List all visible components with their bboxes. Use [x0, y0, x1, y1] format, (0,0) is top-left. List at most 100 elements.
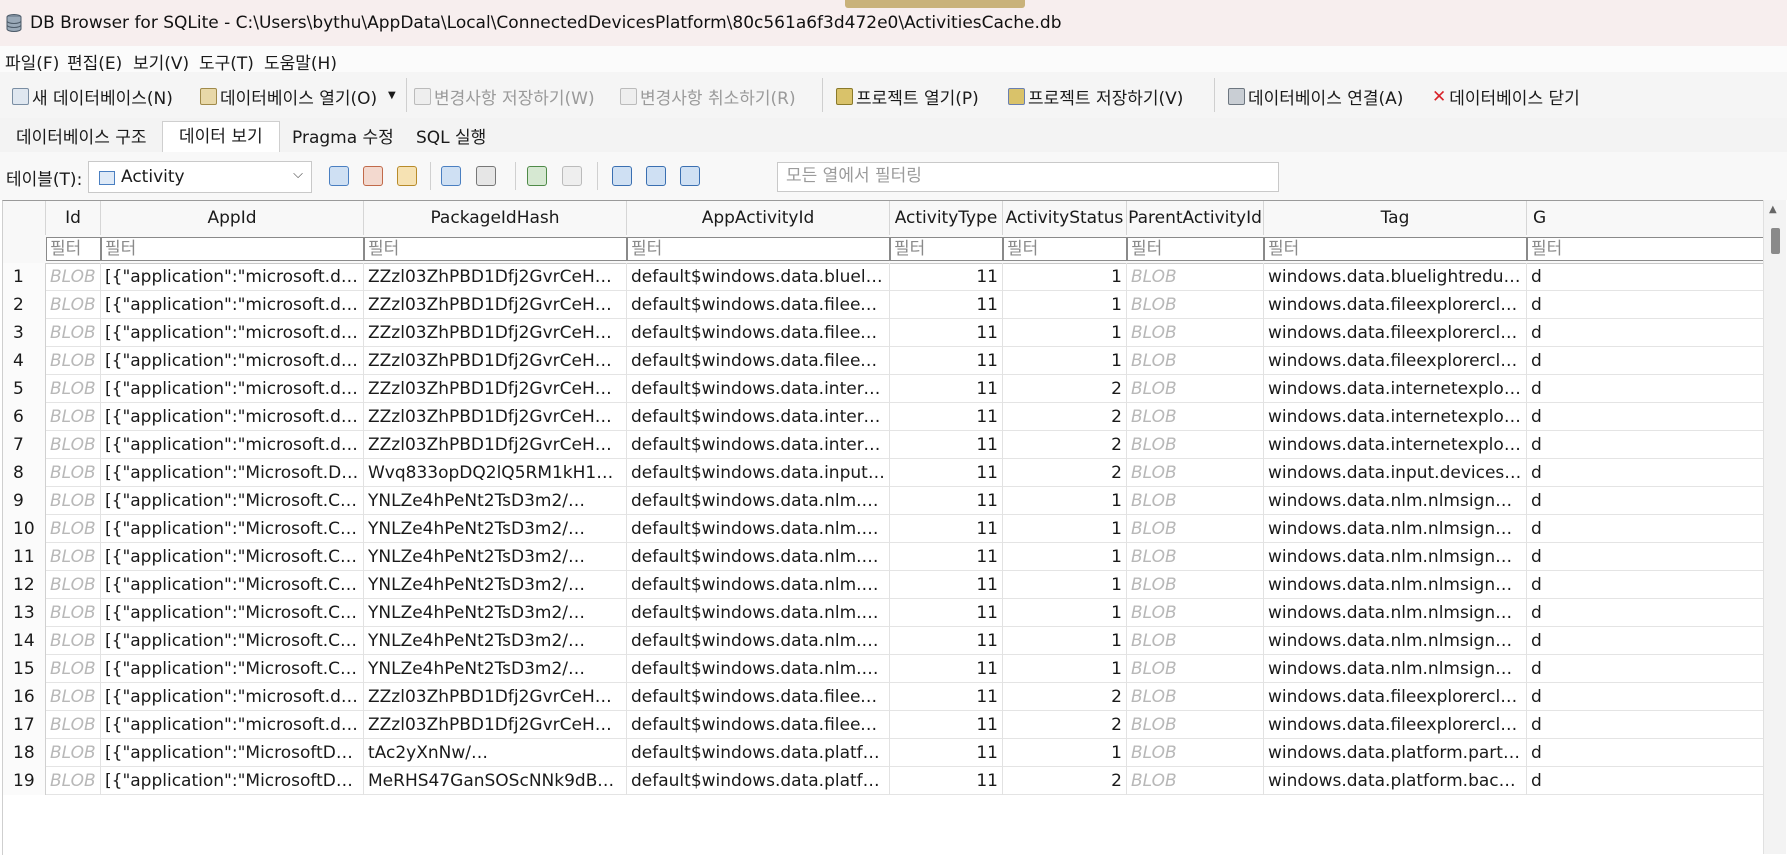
cell-packageidhash[interactable]: ZZzl03ZhPBD1Dfj2GvrCeHMuMj… — [364, 403, 627, 431]
cell-appid[interactable]: [{"application":"microsoft.defaul… — [101, 347, 364, 375]
write-changes-button[interactable]: 변경사항 저장하기(W) — [414, 84, 595, 109]
table-row[interactable]: 16BLOB[{"application":"microsoft.defaul…… — [3, 683, 1764, 711]
cell-packageidhash[interactable]: ZZzl03ZhPBD1Dfj2GvrCeHMuMj… — [364, 683, 627, 711]
cell-activitytype[interactable]: 11 — [890, 431, 1003, 459]
cell-appid[interactable]: [{"application":"microsoft.defaul… — [101, 403, 364, 431]
row-number[interactable]: 7 — [3, 431, 46, 459]
cell-appid[interactable]: [{"application":"Microsoft.Crede… — [101, 599, 364, 627]
cell-parentactivityid[interactable]: BLOB — [1127, 599, 1264, 627]
menu-help[interactable]: 도움말(H) — [264, 49, 337, 74]
row-number[interactable]: 9 — [3, 487, 46, 515]
attach-database-button[interactable]: 데이터베이스 연결(A) — [1228, 84, 1403, 109]
cell-parentactivityid[interactable]: BLOB — [1127, 683, 1264, 711]
cell-activitytype[interactable]: 11 — [890, 263, 1003, 291]
row-number[interactable]: 13 — [3, 599, 46, 627]
tab-execute-sql[interactable]: SQL 실행 — [400, 124, 502, 152]
cell-next[interactable]: d — [1527, 487, 1764, 515]
filter-input[interactable] — [365, 238, 626, 260]
cell-appid[interactable]: [{"application":"MicrosoftDevic… — [101, 739, 364, 767]
cell-activitytype[interactable]: 11 — [890, 459, 1003, 487]
cell-activitytype[interactable]: 11 — [890, 403, 1003, 431]
cell-activitystatus[interactable]: 2 — [1003, 403, 1127, 431]
row-number[interactable]: 10 — [3, 515, 46, 543]
column-header-id[interactable]: Id — [46, 201, 101, 235]
row-number[interactable]: 4 — [3, 347, 46, 375]
cell-id[interactable]: BLOB — [46, 627, 101, 655]
cell-activitytype[interactable]: 11 — [890, 291, 1003, 319]
cell-tag[interactable]: windows.data.nlm.nlmsignature — [1264, 543, 1527, 571]
cell-next[interactable]: d — [1527, 767, 1764, 795]
cell-packageidhash[interactable]: ZZzl03ZhPBD1Dfj2GvrCeHMuMj… — [364, 711, 627, 739]
cell-appactivityid[interactable]: default$windows.data.nlm.nlmsi… — [627, 543, 890, 571]
cell-parentactivityid[interactable]: BLOB — [1127, 571, 1264, 599]
cell-id[interactable]: BLOB — [46, 319, 101, 347]
cell-id[interactable]: BLOB — [46, 599, 101, 627]
cell-id[interactable]: BLOB — [46, 711, 101, 739]
row-number[interactable]: 19 — [3, 767, 46, 795]
filter-cell-activitystatus[interactable] — [1003, 237, 1127, 261]
table-row[interactable]: 1BLOB[{"application":"microsoft.defaul…Z… — [3, 263, 1764, 291]
table-row[interactable]: 5BLOB[{"application":"microsoft.defaul…Z… — [3, 375, 1764, 403]
new-database-button[interactable]: 새 데이터베이스(N) — [12, 84, 173, 109]
cell-appactivityid[interactable]: default$windows.data.bluelightre… — [627, 263, 890, 291]
vertical-scrollbar[interactable]: ▲ — [1763, 200, 1786, 854]
table-row[interactable]: 2BLOB[{"application":"microsoft.defaul…Z… — [3, 291, 1764, 319]
cell-packageidhash[interactable]: ZZzl03ZhPBD1Dfj2GvrCeHMuMj… — [364, 263, 627, 291]
global-filter-field[interactable] — [777, 162, 1279, 192]
cell-next[interactable]: d — [1527, 571, 1764, 599]
cell-next[interactable]: d — [1527, 263, 1764, 291]
cell-activitystatus[interactable]: 1 — [1003, 263, 1127, 291]
cell-next[interactable]: d — [1527, 319, 1764, 347]
cell-appactivityid[interactable]: default$windows.data.nlm.nlmsi… — [627, 515, 890, 543]
cell-appid[interactable]: [{"application":"Microsoft.Crede… — [101, 487, 364, 515]
cell-appid[interactable]: [{"application":"microsoft.defaul… — [101, 319, 364, 347]
cell-activitystatus[interactable]: 1 — [1003, 291, 1127, 319]
cell-tag[interactable]: windows.data.fileexplorerclassic… — [1264, 347, 1527, 375]
cell-packageidhash[interactable]: ZZzl03ZhPBD1Dfj2GvrCeHMuMj… — [364, 375, 627, 403]
cell-appid[interactable]: [{"application":"microsoft.defaul… — [101, 375, 364, 403]
table-row[interactable]: 8BLOB[{"application":"Microsoft.Defau…Wv… — [3, 459, 1764, 487]
filter-input[interactable] — [102, 238, 363, 260]
cell-appid[interactable]: [{"application":"Microsoft.Crede… — [101, 627, 364, 655]
cell-activitystatus[interactable]: 2 — [1003, 459, 1127, 487]
cell-packageidhash[interactable]: tAc2yXnNw/… — [364, 739, 627, 767]
table-row[interactable]: 7BLOB[{"application":"microsoft.defaul…Z… — [3, 431, 1764, 459]
cell-appactivityid[interactable]: default$windows.data.fileexplor… — [627, 711, 890, 739]
cell-parentactivityid[interactable]: BLOB — [1127, 543, 1264, 571]
table-row[interactable]: 15BLOB[{"application":"Microsoft.Crede…Y… — [3, 655, 1764, 683]
cell-packageidhash[interactable]: YNLZe4hPeNt2TsD3m2/… — [364, 655, 627, 683]
column-header-packageidhash[interactable]: PackageIdHash — [364, 201, 627, 235]
cell-tag[interactable]: windows.data.internetexplorer.b… — [1264, 431, 1527, 459]
filter-cell-appactivityid[interactable] — [627, 237, 890, 261]
find-replace-icon[interactable] — [646, 166, 666, 186]
row-number[interactable]: 2 — [3, 291, 46, 319]
cell-appid[interactable]: [{"application":"microsoft.defaul… — [101, 431, 364, 459]
cell-appactivityid[interactable]: default$windows.data.fileexplor… — [627, 319, 890, 347]
cell-appactivityid[interactable]: default$windows.data.platform.… — [627, 767, 890, 795]
cell-packageidhash[interactable]: YNLZe4hPeNt2TsD3m2/… — [364, 515, 627, 543]
cell-activitytype[interactable]: 11 — [890, 655, 1003, 683]
cell-id[interactable]: BLOB — [46, 291, 101, 319]
cell-tag[interactable]: windows.data.nlm.nlmsignature — [1264, 599, 1527, 627]
table-row[interactable]: 6BLOB[{"application":"microsoft.defaul…Z… — [3, 403, 1764, 431]
cell-next[interactable]: d — [1527, 515, 1764, 543]
cell-packageidhash[interactable]: ZZzl03ZhPBD1Dfj2GvrCeHMuMj… — [364, 319, 627, 347]
row-number[interactable]: 6 — [3, 403, 46, 431]
cell-appactivityid[interactable]: default$windows.data.internete… — [627, 375, 890, 403]
cell-next[interactable]: d — [1527, 543, 1764, 571]
cell-next[interactable]: d — [1527, 431, 1764, 459]
filter-input[interactable] — [1528, 238, 1764, 260]
cell-activitystatus[interactable]: 1 — [1003, 319, 1127, 347]
cell-appactivityid[interactable]: default$windows.data.nlm.nlmsi… — [627, 627, 890, 655]
cell-next[interactable]: d — [1527, 599, 1764, 627]
cell-activitystatus[interactable]: 1 — [1003, 571, 1127, 599]
cell-packageidhash[interactable]: YNLZe4hPeNt2TsD3m2/… — [364, 571, 627, 599]
table-row[interactable]: 18 BLOB [{"application":"MicrosoftDevic… tA… — [3, 739, 1764, 767]
cell-id[interactable]: BLOB — [46, 515, 101, 543]
cell-next[interactable]: d — [1527, 403, 1764, 431]
filter-input[interactable] — [1004, 238, 1126, 260]
cell-id[interactable]: BLOB — [46, 543, 101, 571]
cell-appactivityid[interactable]: default$windows.data.nlm.nlmsi… — [627, 599, 890, 627]
filter-cell-next[interactable] — [1527, 237, 1764, 261]
cell-id[interactable]: BLOB — [46, 459, 101, 487]
